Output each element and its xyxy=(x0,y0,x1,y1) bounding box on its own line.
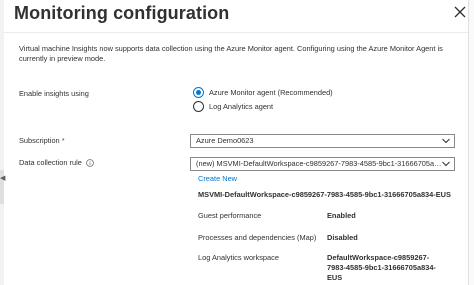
data-collection-rule-dropdown[interactable]: (new) MSVMI-DefaultWorkspace-c9859267-79… xyxy=(190,157,455,171)
data-collection-rule-label: Data collection rule xyxy=(19,158,94,167)
collapse-arrow-icon: ◀ xyxy=(0,175,6,182)
title-divider xyxy=(4,32,468,33)
panel-title: Monitoring configuration xyxy=(14,3,230,23)
guest-performance-label: Guest performance xyxy=(198,211,262,220)
close-icon[interactable] xyxy=(452,4,468,20)
info-icon[interactable] xyxy=(86,159,94,167)
processes-dependencies-value: Disabled xyxy=(327,233,358,242)
log-analytics-workspace-label: Log Analytics workspace xyxy=(198,253,279,262)
radio-log-analytics-agent-label: Log Analytics agent xyxy=(209,102,274,111)
subscription-label-text: Subscription xyxy=(19,136,60,145)
subscription-label: Subscription * xyxy=(19,136,65,145)
processes-dependencies-label: Processes and dependencies (Map) xyxy=(198,233,317,242)
enable-insights-label: Enable insights using xyxy=(19,89,89,98)
panel-scroll-edge xyxy=(468,0,474,285)
radio-azure-monitor-agent[interactable]: Azure Monitor agent (Recommended) xyxy=(193,87,333,98)
subscription-dropdown[interactable]: Azure Demo0623 xyxy=(190,134,455,148)
info-message: Virtual machine Insights now supports da… xyxy=(19,44,443,63)
monitoring-configuration-panel: ◀ Monitoring configuration Virtual machi… xyxy=(0,0,474,285)
log-analytics-workspace-value: DefaultWorkspace-c9859267-7983-4585-9bc1… xyxy=(327,253,436,282)
radio-azure-monitor-agent-label: Azure Monitor agent (Recommended) xyxy=(209,88,333,97)
guest-performance-value: Enabled xyxy=(327,211,356,220)
radio-selected-icon xyxy=(193,87,204,98)
radio-unselected-icon xyxy=(193,101,204,112)
create-new-link[interactable]: Create New xyxy=(198,174,237,183)
radio-log-analytics-agent[interactable]: Log Analytics agent xyxy=(193,101,273,112)
background-page-edge xyxy=(0,0,4,285)
chevron-down-icon xyxy=(442,138,450,144)
subscription-value: Azure Demo0623 xyxy=(196,136,254,145)
rule-name: MSVMI-DefaultWorkspace-c9859267-7983-458… xyxy=(198,190,451,199)
chevron-down-icon xyxy=(442,161,450,167)
data-collection-rule-value: (new) MSVMI-DefaultWorkspace-c9859267-79… xyxy=(196,159,442,168)
required-mark: * xyxy=(61,136,65,145)
data-collection-rule-label-text: Data collection rule xyxy=(19,158,82,167)
